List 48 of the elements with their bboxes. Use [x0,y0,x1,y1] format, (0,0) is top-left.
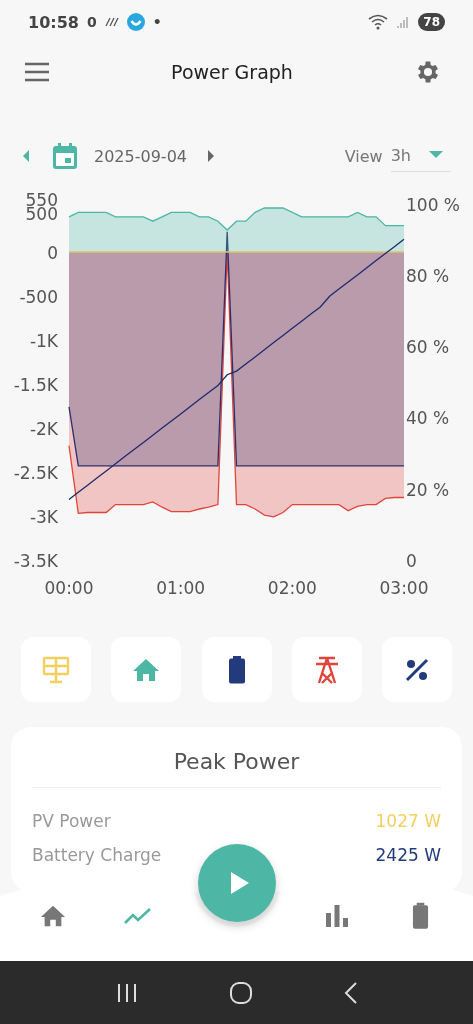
metric-label: PV Power [32,811,111,831]
y-axis-label: 40 % [406,408,450,429]
back-icon[interactable] [343,981,358,1004]
y-axis-label: 60 % [406,337,450,358]
y-axis-label: -2K [29,419,58,439]
battery-indicator: 78 [418,13,445,31]
series-button[interactable] [201,637,272,702]
play-icon [230,872,249,894]
y-axis-label: 80 % [406,265,450,286]
bar-chart-nav-icon[interactable] [324,905,349,927]
x-axis-label: 01:00 [156,578,206,598]
metric-value: 2425 W [375,845,441,865]
x-axis-label: 02:00 [267,578,317,598]
home-nav-icon[interactable] [39,904,66,928]
metric-label: Battery Charge [32,845,162,865]
y-axis-label: -2.5K [13,463,58,483]
stripes-icon [104,17,119,27]
x-axis-label: 00:00 [44,578,94,598]
y-axis-label: -3K [29,507,58,527]
notification-count: 0 [86,14,97,30]
metric-value: 1027 W [375,811,441,831]
trend-nav-icon[interactable] [123,907,152,925]
card-title: Peak Power [172,749,301,774]
recent-apps-icon[interactable] [115,982,138,1003]
status-time: 10:58 [28,12,79,32]
menu-icon[interactable] [24,62,50,82]
view-select[interactable]: 3h [390,140,451,172]
y-axis-label: 20 % [406,479,450,500]
notification-dot: • [152,14,162,30]
view-label: View [344,146,383,166]
date-label[interactable]: 2025-09-04 [94,146,187,166]
y-axis-label: -500 [19,287,58,307]
y-axis-label: 0 [47,243,58,263]
app-icon [126,13,145,31]
previous-day-icon[interactable] [22,150,30,162]
signal-icon [396,15,411,29]
y-axis-label: 0 [406,551,417,571]
y-axis-label: -1K [29,331,58,351]
y-axis-label: 100 % [406,194,460,215]
page-title: Power Graph [171,61,293,83]
dropdown-caret-icon [429,151,443,159]
y-axis-label: -1.5K [13,375,58,395]
x-axis-label: 03:00 [379,578,429,598]
calendar-icon[interactable] [52,142,78,170]
y-axis-label: -3.5K [13,551,58,571]
series-button[interactable] [382,637,452,702]
next-day-icon[interactable] [207,150,215,162]
wifi-icon [368,14,389,30]
